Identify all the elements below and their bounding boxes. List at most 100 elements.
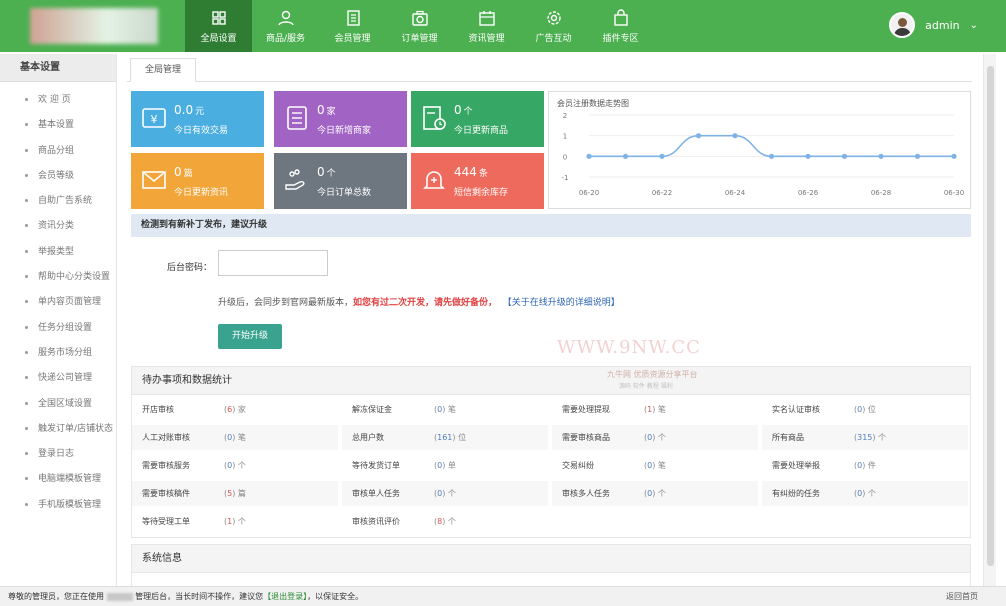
- stats-title: 待办事项和数据统计: [132, 367, 970, 395]
- sidebar-item-label: 资讯分类: [38, 221, 75, 232]
- summary-card-0[interactable]: ¥0.0 元今日有效交易: [131, 91, 264, 147]
- summary-card-2[interactable]: 0 个今日更新商品: [411, 91, 544, 147]
- stat-value: (0) 个: [644, 489, 666, 498]
- mail-icon: [142, 171, 166, 189]
- sidebar-item-10[interactable]: 服务市场分组: [0, 341, 116, 366]
- footer-message: 尊敬的管理员，您正在使用 管理后台，当长时间不操作，建议您【退出登录】，以保证安…: [8, 587, 363, 606]
- note-warning: 如您有过二次开发，请先做好备份，: [353, 298, 498, 308]
- sidebar-item-7[interactable]: 帮助中心分类设置: [0, 265, 116, 290]
- sidebar-item-9[interactable]: 任务分组设置: [0, 316, 116, 341]
- logout-link[interactable]: 【退出登录】: [263, 592, 307, 601]
- avatar[interactable]: [889, 12, 916, 38]
- tab-global-management[interactable]: 全局管理: [130, 58, 197, 82]
- sidebar-item-13[interactable]: 触发订单/店铺状态: [0, 417, 116, 442]
- stat-cell[interactable]: 需要审核商品 (0) 个: [552, 425, 758, 451]
- stat-value: (0) 个: [434, 489, 456, 498]
- sidebar-item-16[interactable]: 手机版模板管理: [0, 493, 116, 518]
- chevron-down-icon[interactable]: ⌄: [970, 20, 978, 31]
- stat-cell[interactable]: 开店审核 (6) 家: [132, 397, 338, 423]
- footer-msg-c: ，以保证安全。: [307, 592, 364, 601]
- summary-card-1[interactable]: 0 家今日新增商家: [274, 91, 407, 147]
- data-point: [659, 153, 665, 159]
- nav-item-0[interactable]: 全局设置: [185, 0, 252, 52]
- user-icon: [277, 10, 294, 25]
- back-home-link[interactable]: 返回首页: [946, 587, 978, 606]
- stat-cell[interactable]: 实名认证审核 (0) 位: [762, 397, 968, 423]
- card-label: 今日更新商品: [454, 126, 509, 136]
- sidebar-item-0[interactable]: 欢 迎 页: [0, 88, 116, 113]
- stat-cell[interactable]: 有纠纷的任务 (0) 个: [762, 481, 968, 507]
- bag-icon: [613, 8, 628, 26]
- y-tick-label: 0: [563, 153, 567, 161]
- sidebar-item-14[interactable]: 登录日志: [0, 442, 116, 467]
- nav-item-6[interactable]: 插件专区: [587, 0, 654, 52]
- sidebar-item-label: 商品分组: [38, 145, 75, 156]
- nav-item-5[interactable]: 广告互动: [520, 0, 587, 52]
- card-value: 0个: [317, 165, 336, 179]
- summary-card-4[interactable]: 0 个今日订单总数: [274, 153, 407, 209]
- upgrade-details-link[interactable]: 【关于在线升级的详细说明】: [503, 298, 620, 308]
- admin-password-input[interactable]: [218, 250, 328, 276]
- start-upgrade-button[interactable]: 开始升级: [218, 324, 282, 349]
- sidebar-item-2[interactable]: 商品分组: [0, 139, 116, 164]
- nav-label: 广告互动: [535, 33, 572, 44]
- stat-value: (0) 个: [644, 433, 666, 442]
- stat-label: 有纠纷的任务: [772, 489, 820, 498]
- nav-item-3[interactable]: 订单管理: [386, 0, 453, 52]
- footer-msg-b: 管理后台，当长时间不操作，建议您: [135, 592, 264, 601]
- scrollbar[interactable]: [983, 54, 996, 586]
- stat-cell[interactable]: 解冻保证金 (0) 笔: [342, 397, 548, 423]
- watermark-tags: 源码 软件 教程 福利: [619, 383, 673, 390]
- stat-cell[interactable]: 总用户数 (161) 位: [342, 425, 548, 451]
- site-logo[interactable]: [30, 8, 158, 44]
- sidebar-item-12[interactable]: 全国区域设置: [0, 392, 116, 417]
- bullet-icon: [25, 148, 28, 152]
- stat-cell[interactable]: 需要处理举报 (0) 件: [762, 453, 968, 479]
- stat-label: 开店审核: [142, 405, 174, 414]
- stat-cell[interactable]: 需要处理提现 (1) 笔: [552, 397, 758, 423]
- stat-cell[interactable]: 审核单人任务 (0) 个: [342, 481, 548, 507]
- summary-card-3[interactable]: 0 篇今日更新资讯: [131, 153, 264, 209]
- stat-cell[interactable]: 审核资讯评价 (8) 个: [342, 509, 548, 535]
- registration-trend-chart: 会员注册数据走势图 2 1 0 -1 06-20 06-22 06-24 06-26 06-28…: [548, 91, 971, 209]
- sidebar-item-15[interactable]: 电脑端模板管理: [0, 467, 116, 492]
- bell-icon: [423, 171, 445, 189]
- sidebar-item-label: 触发订单/店铺状态: [38, 423, 114, 434]
- sidebar-item-5[interactable]: 资讯分类: [0, 214, 116, 239]
- stat-cell[interactable]: 需要审核服务 (0) 个: [132, 453, 338, 479]
- data-point: [768, 153, 775, 159]
- gear-icon: [546, 10, 561, 25]
- data-point: [622, 153, 629, 159]
- bullet-icon: [25, 173, 28, 177]
- sidebar-item-label: 电脑端模板管理: [38, 474, 102, 485]
- stat-cell[interactable]: 等待受理工单 (1) 个: [132, 509, 338, 535]
- stat-cell[interactable]: 审核多人任务 (0) 个: [552, 481, 758, 507]
- card-label: 今日有效交易: [174, 126, 229, 136]
- nav-item-4[interactable]: 资讯管理: [453, 0, 520, 52]
- nav-item-2[interactable]: 会员管理: [319, 0, 386, 52]
- sidebar-item-3[interactable]: 会员等级: [0, 164, 116, 189]
- sidebar-item-4[interactable]: 自助广告系统: [0, 189, 116, 214]
- card-value: 0个: [454, 103, 473, 117]
- stat-cell[interactable]: 人工对账审核 (0) 笔: [132, 425, 338, 451]
- sidebar-item-8[interactable]: 单内容页面管理: [0, 290, 116, 315]
- stat-label: 总用户数: [352, 433, 384, 442]
- sidebar-item-11[interactable]: 快递公司管理: [0, 366, 116, 391]
- sidebar-item-label: 全国区域设置: [38, 398, 93, 409]
- username: admin: [925, 18, 960, 32]
- nav-item-1[interactable]: 商品/服务: [252, 0, 319, 52]
- scrollbar-thumb[interactable]: [987, 66, 994, 566]
- summary-card-5[interactable]: 444 条短信剩余库存: [411, 153, 544, 209]
- stat-cell[interactable]: 所有商品 (315) 个: [762, 425, 968, 451]
- card-value: 0.0 元: [174, 103, 205, 117]
- x-tick-label: 06-22: [652, 189, 672, 197]
- sidebar-list: 欢 迎 页基本设置商品分组会员等级 自助广告系统资讯分类举报类型 帮助中心分类设置单…: [0, 82, 116, 518]
- user-menu[interactable]: admin ⌄: [889, 12, 978, 38]
- stat-cell[interactable]: 等待发货订单 (0) 单: [342, 453, 548, 479]
- stat-cell[interactable]: 交易纠纷 (0) 笔: [552, 453, 758, 479]
- sidebar-item-1[interactable]: 基本设置: [0, 113, 116, 138]
- system-info-title: 系统信息: [132, 545, 970, 573]
- nav-label: 资讯管理: [468, 33, 505, 44]
- stat-cell[interactable]: 需要审核稿件 (5) 篇: [132, 481, 338, 507]
- sidebar-item-6[interactable]: 举报类型: [0, 240, 116, 265]
